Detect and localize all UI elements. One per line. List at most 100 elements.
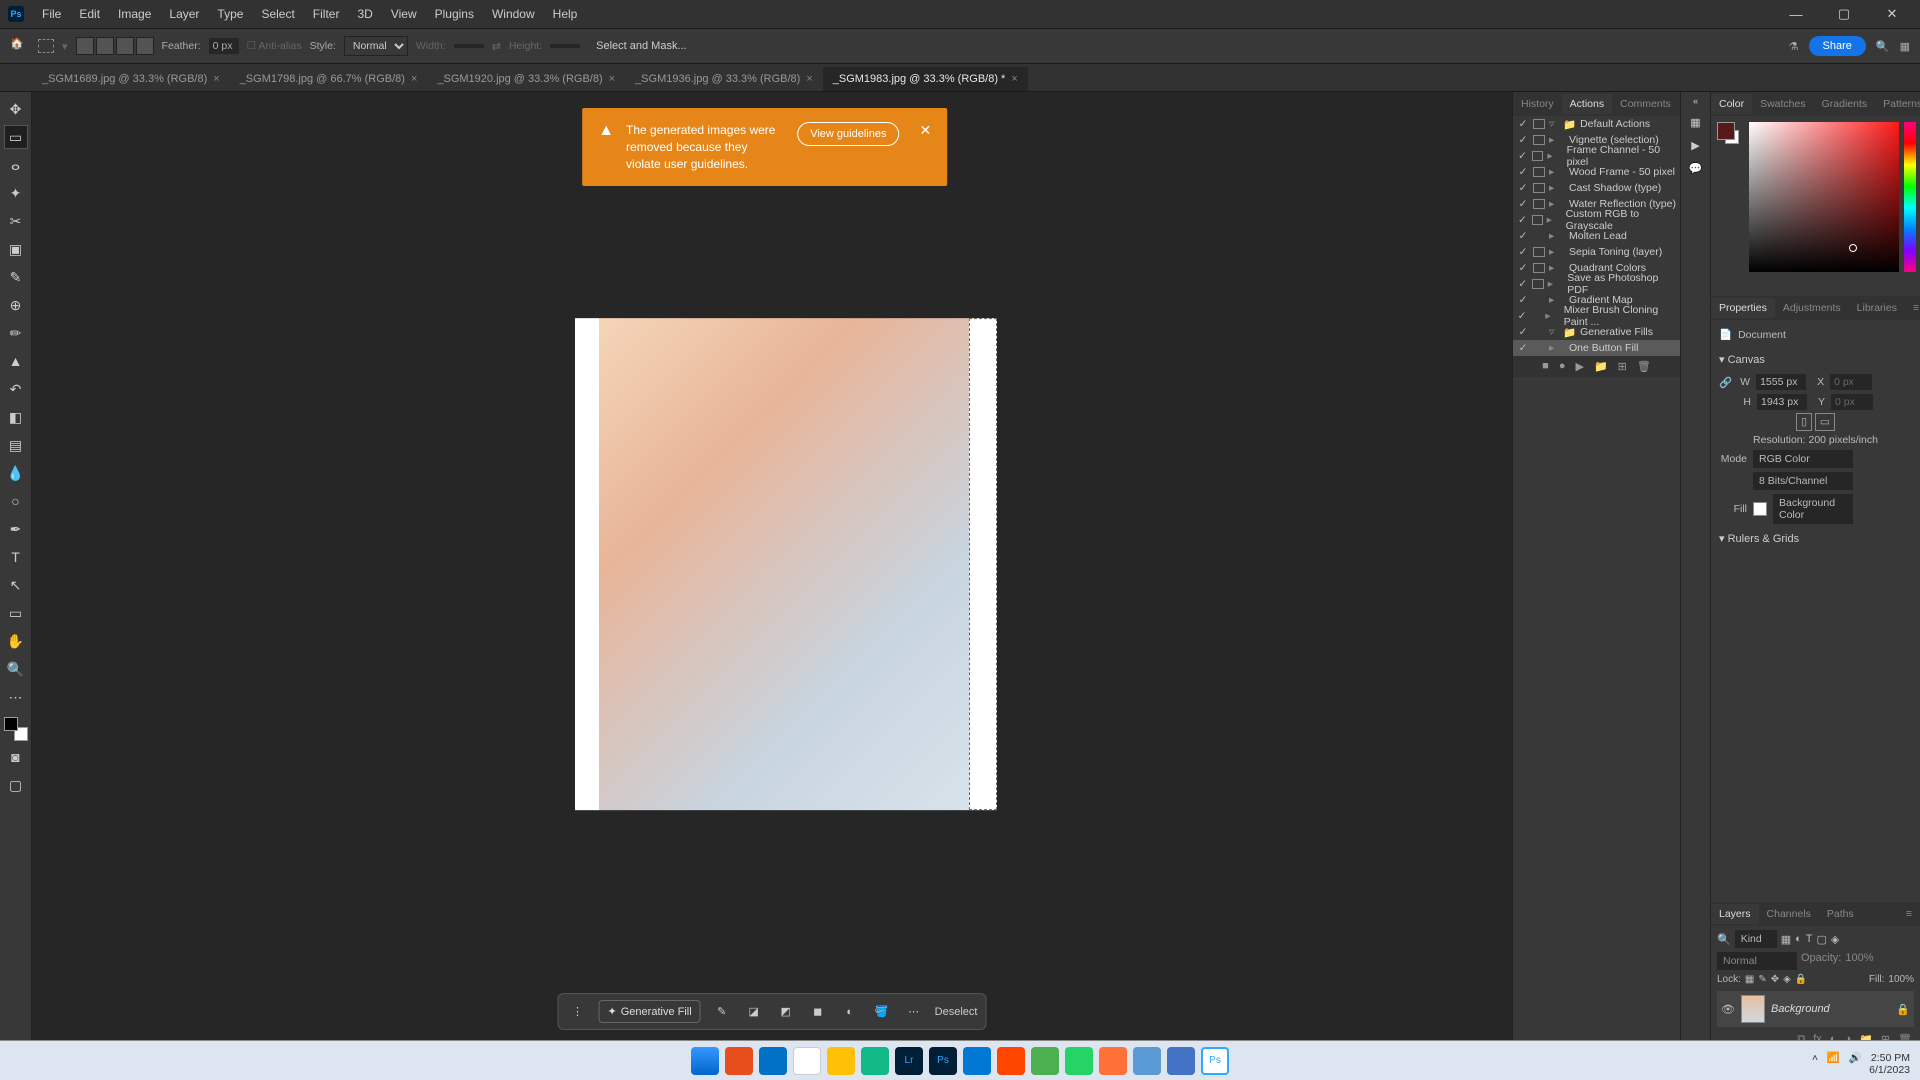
disclosure-icon[interactable]: ▸	[1549, 198, 1559, 210]
marquee-tool[interactable]: ▭	[4, 125, 28, 149]
tab-paths[interactable]: Paths	[1819, 904, 1862, 924]
generative-fill-button[interactable]: ✦Generative Fill	[599, 1000, 701, 1023]
menu-window[interactable]: Window	[484, 3, 543, 25]
tab-comments[interactable]: Comments	[1612, 94, 1679, 114]
dialog-toggle-icon[interactable]	[1532, 279, 1543, 289]
dodge-tool[interactable]: ○	[4, 489, 28, 513]
action-row[interactable]: ✓▸Cast Shadow (type)	[1513, 180, 1680, 196]
dialog-toggle-icon[interactable]	[1533, 263, 1545, 273]
menu-file[interactable]: File	[34, 3, 69, 25]
folder-icon[interactable]: 📁	[1594, 360, 1608, 373]
taskbar-app-4[interactable]	[963, 1047, 991, 1075]
style-dropdown[interactable]: Normal	[344, 36, 408, 56]
taskbar-app-3[interactable]	[861, 1047, 889, 1075]
close-icon[interactable]: ×	[213, 73, 219, 85]
home-icon[interactable]: 🏠	[10, 37, 30, 55]
wifi-icon[interactable]: 📶	[1827, 1051, 1840, 1064]
firefox-icon[interactable]	[1099, 1047, 1127, 1075]
photoshop-taskbar-icon[interactable]: Ps	[929, 1047, 957, 1075]
color-field[interactable]	[1749, 122, 1899, 272]
clock-date[interactable]: 6/1/2023	[1869, 1064, 1910, 1076]
lock-trans-icon[interactable]: ▦	[1745, 974, 1754, 985]
check-icon[interactable]: ✓	[1517, 118, 1529, 130]
chrome-icon[interactable]	[793, 1047, 821, 1075]
landscape-icon[interactable]: ▭	[1815, 413, 1835, 431]
disclosure-icon[interactable]: ▿	[1549, 118, 1559, 130]
mode-dropdown[interactable]: RGB Color	[1753, 450, 1853, 468]
check-icon[interactable]: ✓	[1517, 326, 1529, 338]
close-icon[interactable]: ×	[806, 73, 812, 85]
doc-tab-1[interactable]: _SGM1798.jpg @ 66.7% (RGB/8)×	[230, 67, 428, 91]
taskbar-app-2[interactable]	[759, 1047, 787, 1075]
disclosure-icon[interactable]: ▸	[1549, 182, 1559, 194]
check-icon[interactable]: ✓	[1517, 214, 1528, 226]
fill-swatch[interactable]	[1753, 502, 1767, 516]
width-value[interactable]: 1555 px	[1756, 374, 1806, 390]
maximize-button[interactable]: ▢	[1824, 2, 1864, 26]
lock-pos-icon[interactable]: ✥	[1771, 974, 1779, 985]
dialog-toggle-icon[interactable]	[1533, 119, 1545, 129]
panel-icon-1[interactable]: ▦	[1690, 116, 1700, 129]
dialog-toggle-icon[interactable]	[1533, 247, 1545, 257]
close-icon[interactable]: ×	[411, 73, 417, 85]
doc-tab-0[interactable]: _SGM1689.jpg @ 33.3% (RGB/8)×	[32, 67, 230, 91]
check-icon[interactable]: ✓	[1517, 150, 1528, 162]
feather-value[interactable]: 0 px	[209, 38, 239, 54]
disclosure-icon[interactable]: ▸	[1549, 342, 1559, 354]
history-brush-tool[interactable]: ↶	[4, 377, 28, 401]
portrait-icon[interactable]: ▯	[1796, 413, 1812, 431]
panel-icon-3[interactable]: 💬	[1689, 162, 1703, 175]
lock-pixel-icon[interactable]: ✎	[1758, 974, 1766, 985]
type-tool[interactable]: T	[4, 545, 28, 569]
tray-chevron-icon[interactable]: ˄	[1812, 1052, 1818, 1064]
fill-icon[interactable]: 🪣	[871, 1001, 893, 1023]
lasso-tool[interactable]: ⴰ	[4, 153, 28, 177]
menu-3d[interactable]: 3D	[349, 3, 380, 25]
deselect-button[interactable]: Deselect	[935, 1006, 978, 1018]
whatsapp-icon[interactable]	[1065, 1047, 1093, 1075]
tab-properties[interactable]: Properties	[1711, 298, 1775, 318]
taskbar-app-6[interactable]	[1031, 1047, 1059, 1075]
gradient-tool[interactable]: ▤	[4, 433, 28, 457]
sub-sel-icon[interactable]: ◩	[775, 1001, 797, 1023]
tab-swatches[interactable]: Swatches	[1752, 94, 1814, 114]
disclosure-icon[interactable]: ▿	[1549, 326, 1559, 338]
disclosure-icon[interactable]: ▸	[1549, 166, 1559, 178]
panel-menu-icon[interactable]: ≡	[1905, 298, 1920, 318]
healing-tool[interactable]: ⊕	[4, 293, 28, 317]
hand-tool[interactable]: ✋	[4, 629, 28, 653]
start-button[interactable]	[691, 1047, 719, 1075]
screenmode-tool[interactable]: ▢	[4, 773, 28, 797]
beaker-icon[interactable]: ⚗	[1789, 40, 1799, 53]
pen-tool[interactable]: ✒	[4, 517, 28, 541]
tab-adjustments[interactable]: Adjustments	[1775, 298, 1849, 318]
brush-icon[interactable]: ✎	[711, 1001, 733, 1023]
share-button[interactable]: Share	[1809, 36, 1866, 56]
canvas-section[interactable]: ▾ Canvas	[1719, 349, 1912, 370]
disclosure-icon[interactable]: ▸	[1549, 134, 1559, 146]
close-button[interactable]: ✕	[1872, 2, 1912, 26]
check-icon[interactable]: ✓	[1517, 342, 1529, 354]
stop-icon[interactable]: ■	[1542, 360, 1549, 373]
close-icon[interactable]: ×	[609, 73, 615, 85]
menu-plugins[interactable]: Plugins	[427, 3, 482, 25]
invert-icon[interactable]: ◼	[807, 1001, 829, 1023]
doc-tab-3[interactable]: _SGM1936.jpg @ 33.3% (RGB/8)×	[625, 67, 823, 91]
stamp-tool[interactable]: ▲	[4, 349, 28, 373]
wand-tool[interactable]: ✦	[4, 181, 28, 205]
crop-tool[interactable]: ✂	[4, 209, 28, 233]
kind-dropdown[interactable]: Kind	[1735, 930, 1777, 948]
adjust-filter-icon[interactable]: ◐	[1795, 933, 1802, 945]
dialog-toggle-icon[interactable]	[1533, 167, 1545, 177]
action-row[interactable]: ✓▸Sepia Toning (layer)	[1513, 244, 1680, 260]
disclosure-icon[interactable]: ▸	[1548, 278, 1557, 290]
new-selection-icon[interactable]	[76, 37, 94, 55]
tab-gradients[interactable]: Gradients	[1814, 94, 1876, 114]
pixel-filter-icon[interactable]: ▦	[1781, 933, 1791, 946]
path-tool[interactable]: ↖	[4, 573, 28, 597]
dialog-toggle-icon[interactable]	[1533, 183, 1545, 193]
taskbar-app-1[interactable]	[725, 1047, 753, 1075]
frame-tool[interactable]: ▣	[4, 237, 28, 261]
smart-filter-icon[interactable]: ◈	[1831, 933, 1839, 946]
panel-icon-2[interactable]: ▶	[1691, 139, 1699, 152]
